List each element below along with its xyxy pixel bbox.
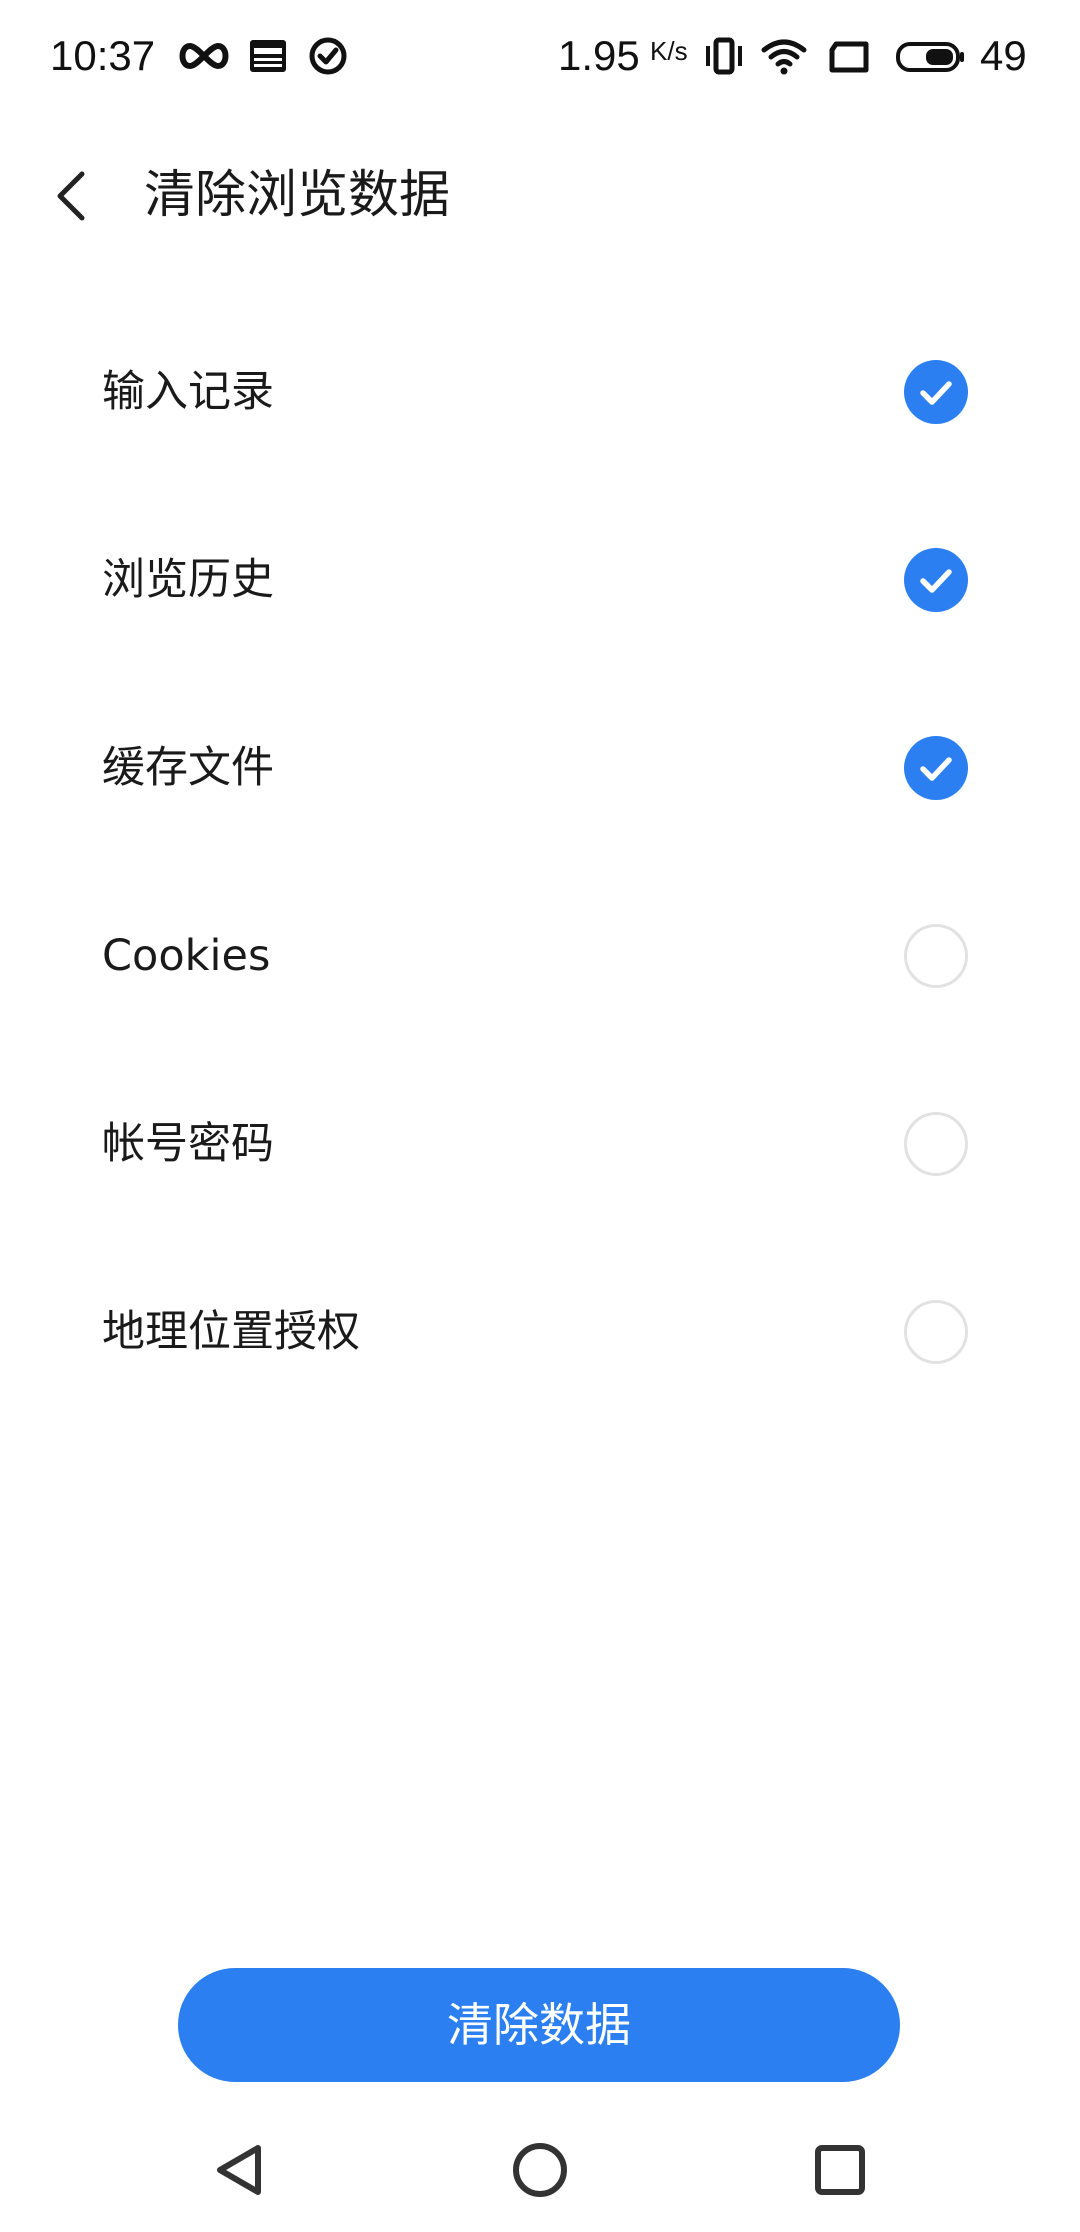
option-list: 输入记录 浏览历史 缓存文件 Cookies 帐号密码 地理位置授权 [0,300,1080,1428]
net-speed-unit: K/s [650,36,688,66]
option-row-cookies[interactable]: Cookies [0,864,1080,1052]
net-speed: 1.95 [558,32,640,79]
status-bar: 10:37 1.95 K/s 49 [0,0,1080,112]
recents-square-icon [815,2145,865,2195]
header: 清除浏览数据 [0,140,1080,252]
infinity-icon [176,34,232,78]
back-triangle-icon [217,2145,261,2195]
clear-data-button[interactable]: 清除数据 [178,1968,900,2082]
option-label: 缓存文件 [102,743,274,793]
checkbox-checked[interactable] [904,360,968,424]
page-title: 清除浏览数据 [144,166,451,225]
news-icon [244,34,292,78]
checkbox-unchecked[interactable] [904,1300,968,1364]
navigation-bar [0,2112,1080,2232]
option-row-cache-files[interactable]: 缓存文件 [0,676,1080,864]
option-label: 帐号密码 [102,1119,274,1169]
option-row-input-history[interactable]: 输入记录 [0,300,1080,488]
option-row-browsing-history[interactable]: 浏览历史 [0,488,1080,676]
chevron-left-icon [57,171,85,221]
check-circle-icon [304,34,352,78]
screen-rotate-icon [826,34,874,78]
wifi-icon [760,34,808,78]
nav-home-button[interactable] [500,2130,580,2210]
battery-level: 49 [980,32,1027,79]
option-label: 地理位置授权 [102,1307,360,1357]
option-label: 浏览历史 [102,555,274,605]
option-label: Cookies [102,931,271,981]
checkbox-checked[interactable] [904,736,968,800]
checkmark-icon [920,757,952,781]
option-row-passwords[interactable]: 帐号密码 [0,1052,1080,1240]
checkbox-checked[interactable] [904,548,968,612]
back-button[interactable] [40,162,108,230]
checkmark-icon [920,569,952,593]
checkbox-unchecked[interactable] [904,924,968,988]
vibrate-icon [700,34,748,78]
checkbox-unchecked[interactable] [904,1112,968,1176]
status-time: 10:37 [50,32,156,79]
option-row-location-permissions[interactable]: 地理位置授权 [0,1240,1080,1428]
nav-recents-button[interactable] [800,2130,880,2210]
nav-back-button[interactable] [200,2130,280,2210]
home-circle-icon [513,2143,567,2197]
option-label: 输入记录 [102,367,274,417]
checkmark-icon [920,381,952,405]
battery-icon [894,34,966,78]
